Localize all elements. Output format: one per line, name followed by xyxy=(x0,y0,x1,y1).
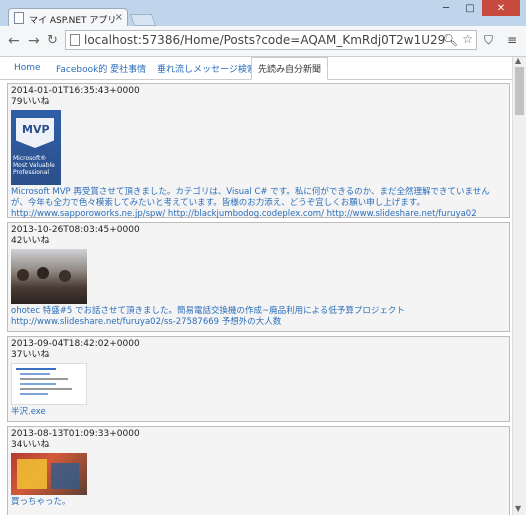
mvp-logo-text: MVP xyxy=(22,123,50,136)
post-message[interactable]: ohotec 特盛#5 でお話させて頂きました。簡易電話交換機の作成~廃品利用に… xyxy=(11,306,506,328)
post-likes: 42いいね xyxy=(11,236,50,246)
back-arrow-icon[interactable]: ← xyxy=(8,33,20,49)
star-icon[interactable]: ☆ xyxy=(462,32,473,46)
scrollbar[interactable]: ▲ ▼ xyxy=(512,56,526,515)
close-tab-icon[interactable]: × xyxy=(115,12,123,23)
post-likes: 37いいね xyxy=(11,350,50,360)
minimize-button[interactable]: ─ xyxy=(434,0,458,16)
nav-home[interactable]: Home xyxy=(14,57,41,79)
menu-icon[interactable]: ≡ xyxy=(507,33,517,47)
post-date: 2014-01-01T16:35:43+0000 xyxy=(11,86,140,96)
post-message[interactable]: Microsoft MVP 再受賞させて頂きました。カテゴリは、Visual C… xyxy=(11,187,506,220)
window-controls: ─ □ ✕ xyxy=(434,0,520,16)
browser-tab[interactable]: マイ ASP.NET アプリケーション × xyxy=(8,8,128,27)
maximize-button[interactable]: □ xyxy=(458,0,482,16)
forward-arrow-icon[interactable]: → xyxy=(28,33,40,49)
new-tab-button[interactable] xyxy=(129,14,157,26)
post-message[interactable]: 半沢.exe xyxy=(11,407,506,418)
search-icon[interactable]: 🔍︎ xyxy=(443,33,458,47)
tab-title: マイ ASP.NET アプリケーション xyxy=(29,16,115,26)
scroll-thumb[interactable] xyxy=(515,67,524,115)
page-icon xyxy=(70,34,80,46)
posts-list: 2014-01-01T16:35:43+0000 79いいね MVP Micro… xyxy=(0,83,512,515)
title-bar: マイ ASP.NET アプリケーション × ─ □ ✕ xyxy=(0,0,526,27)
scroll-up-icon[interactable]: ▲ xyxy=(515,56,521,65)
mvp-caption: Microsoft® Most Valuable Professional xyxy=(13,155,55,176)
post-date: 2013-09-04T18:42:02+0000 xyxy=(11,339,140,349)
pocket-icon[interactable]: ⛉ xyxy=(484,33,493,48)
post-date: 2013-10-26T08:03:45+0000 xyxy=(11,225,140,235)
address-bar[interactable]: localhost:57386/Home/Posts?code=AQAM_KmR… xyxy=(65,30,477,50)
nav-message-search[interactable]: 垂れ流しメッセージ検索 xyxy=(157,57,256,79)
reload-icon[interactable]: ↻ xyxy=(47,33,58,48)
mvp-logo[interactable]: MVP Microsoft® Most Valuable Professiona… xyxy=(11,110,61,185)
post-message[interactable]: 買っちゃった。 xyxy=(11,497,506,508)
page-content: Home Facebook的 愛社事情 垂れ流しメッセージ検索 先読み自分新聞 … xyxy=(0,56,526,515)
nav-facebook-company[interactable]: Facebook的 愛社事情 xyxy=(56,57,146,79)
meeting-photo[interactable] xyxy=(11,249,87,304)
post-item: 2013-10-26T08:03:45+0000 42いいね ohotec 特盛… xyxy=(7,222,510,332)
browser-toolbar: ← → ↻ localhost:57386/Home/Posts?code=AQ… xyxy=(0,26,526,57)
post-date: 2013-08-13T01:09:33+0000 xyxy=(11,429,140,439)
book-photo[interactable] xyxy=(11,453,87,495)
post-item: 2014-01-01T16:35:43+0000 79いいね MVP Micro… xyxy=(7,83,510,220)
close-window-button[interactable]: ✕ xyxy=(482,0,520,16)
code-screenshot[interactable] xyxy=(11,363,87,405)
nav-prefetch-newspaper[interactable]: 先読み自分新聞 xyxy=(251,57,329,80)
post-likes: 79いいね xyxy=(11,97,50,107)
post-likes: 34いいね xyxy=(11,440,50,450)
page-icon xyxy=(14,12,24,24)
site-nav: Home Facebook的 愛社事情 垂れ流しメッセージ検索 先読み自分新聞 xyxy=(0,57,512,80)
post-item: 2013-08-13T01:09:33+0000 34いいね 買っちゃった。 xyxy=(7,426,510,515)
url-text[interactable]: localhost:57386/Home/Posts?code=AQAM_KmR… xyxy=(84,33,446,47)
post-item: 2013-09-04T18:42:02+0000 37いいね 半沢.exe xyxy=(7,336,510,422)
scroll-down-icon[interactable]: ▼ xyxy=(515,504,521,513)
